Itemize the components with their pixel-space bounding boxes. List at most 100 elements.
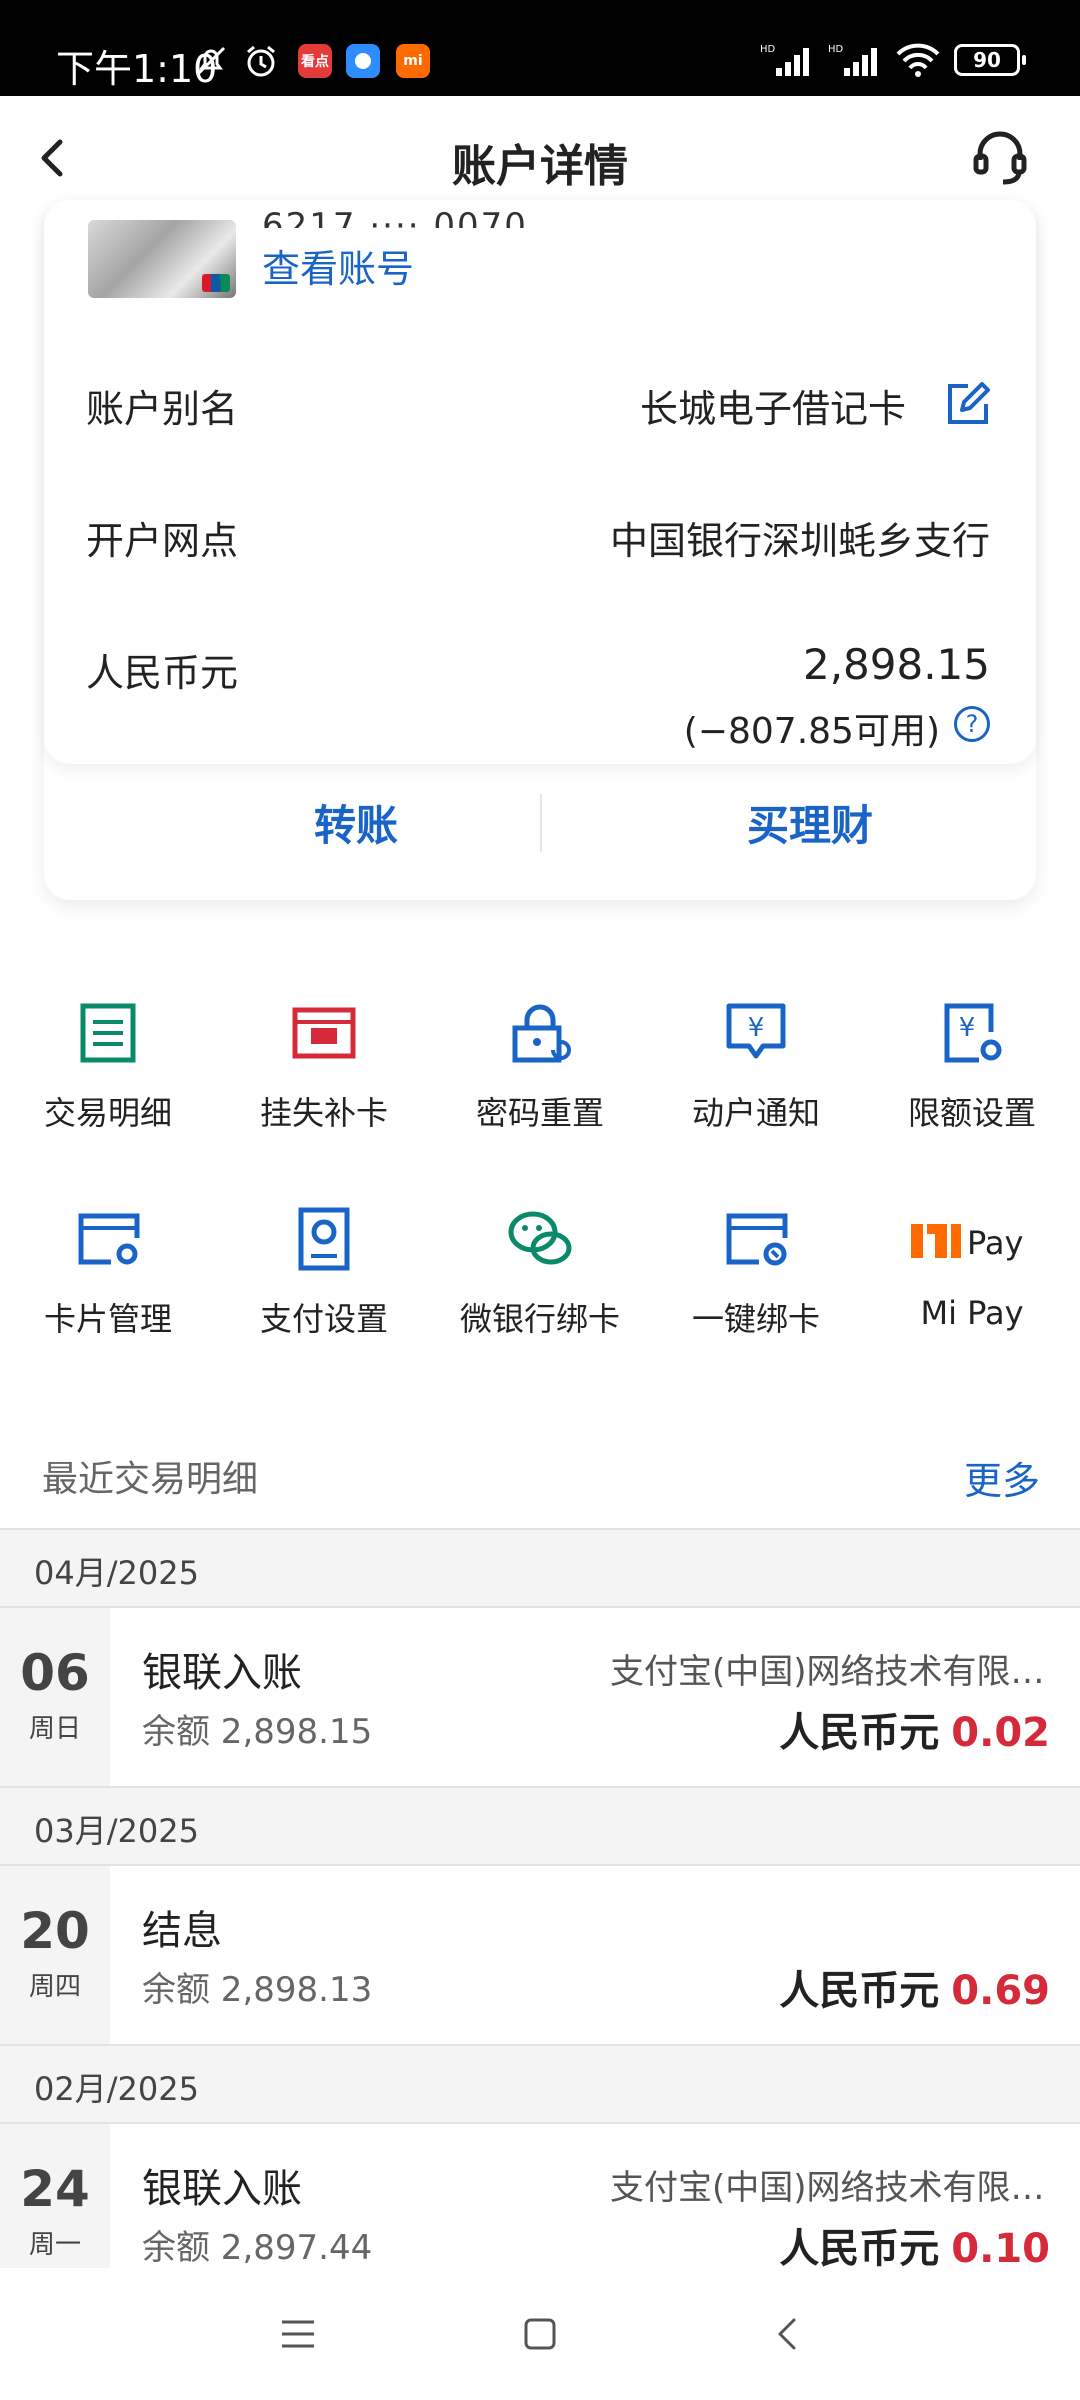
transaction-weekday: 周日 bbox=[28, 1714, 81, 1744]
service-limit-settings[interactable]: ¥ 限额设置 bbox=[864, 1000, 1080, 1134]
transaction-currency: 人民币元 bbox=[779, 1710, 940, 1756]
home-icon[interactable] bbox=[518, 2312, 562, 2356]
buy-wealth-button[interactable]: 买理财 bbox=[660, 792, 960, 853]
transaction-balance: 余额 2,898.13 bbox=[142, 1970, 373, 2010]
signal-hd-2-icon: HD bbox=[828, 44, 877, 76]
service-password-reset[interactable]: 密码重置 bbox=[432, 1000, 648, 1134]
service-label: 密码重置 bbox=[475, 1094, 604, 1132]
unionpay-logo-icon bbox=[202, 274, 230, 292]
report-loss-icon bbox=[292, 1007, 356, 1059]
service-card-management[interactable]: 卡片管理 bbox=[0, 1206, 216, 1340]
transaction-amount: 人民币元 0.02 bbox=[779, 1700, 1050, 1758]
svg-text:HD: HD bbox=[760, 44, 776, 55]
transaction-weekday: 周四 bbox=[28, 1972, 81, 2002]
month-label: 04月/2025 bbox=[34, 1554, 199, 1592]
transaction-name: 结息 bbox=[142, 1908, 222, 1954]
card-management-icon bbox=[78, 1213, 140, 1265]
transaction-weekday: 周一 bbox=[28, 2230, 81, 2260]
service-label: 一键绑卡 bbox=[691, 1300, 820, 1338]
more-link[interactable]: 更多 bbox=[964, 1450, 1040, 1505]
kankan-app-icon: 看点 bbox=[298, 44, 332, 78]
transaction-amount-value: 0.10 bbox=[951, 2226, 1050, 2272]
mi-pay-logo-text: Pay bbox=[967, 1224, 1023, 1262]
service-label: Mi Pay bbox=[920, 1294, 1024, 1332]
one-click-bind-icon bbox=[726, 1213, 788, 1266]
month-header: 02月/2025 bbox=[0, 2044, 1080, 2124]
transaction-counterparty: 支付宝(中国)网络技术有限公司 bbox=[610, 2168, 1050, 2208]
messenger-app-icon bbox=[346, 44, 380, 78]
transaction-name: 银联入账 bbox=[142, 1650, 302, 1696]
balance-amount: 2,898.15 bbox=[802, 640, 990, 689]
alias-value: 长城电子借记卡 bbox=[639, 387, 906, 431]
wifi-icon bbox=[896, 43, 940, 77]
signal-hd-1-icon: HD bbox=[760, 44, 809, 76]
svg-text:¥: ¥ bbox=[959, 1013, 976, 1043]
transaction-amount: 人民币元 0.10 bbox=[779, 2216, 1050, 2274]
account-notice-icon: ¥ bbox=[726, 1003, 786, 1059]
transaction-currency: 人民币元 bbox=[779, 2226, 940, 2272]
transaction-row[interactable]: 20 周四 结息 余额 2,898.13 人民币元 0.69 bbox=[0, 1866, 1080, 2044]
month-label: 03月/2025 bbox=[34, 1812, 199, 1850]
mute-bell-icon bbox=[196, 46, 226, 76]
service-mi-pay[interactable]: Pay Mi Pay bbox=[864, 1206, 1080, 1332]
transaction-day: 24 bbox=[20, 2160, 90, 2218]
account-info-panel: 6217 ···· 0070 查看账号 账户别名 长城电子借记卡 开户网点 中国… bbox=[44, 200, 1036, 764]
currency-label: 人民币元 bbox=[86, 651, 239, 695]
month-label: 02月/2025 bbox=[34, 2070, 199, 2108]
recent-transactions-title: 最近交易明细 bbox=[42, 1459, 259, 1500]
alias-label: 账户别名 bbox=[86, 387, 239, 431]
button-divider bbox=[540, 794, 542, 852]
transaction-date: 20 周四 bbox=[0, 1866, 110, 2044]
service-label: 限额设置 bbox=[907, 1094, 1036, 1132]
customer-service-icon[interactable] bbox=[968, 126, 1032, 190]
limit-settings-icon: ¥ bbox=[944, 1003, 1002, 1063]
help-question-icon[interactable]: ? bbox=[954, 706, 990, 742]
account-card: 6217 ···· 0070 查看账号 账户别名 长城电子借记卡 开户网点 中国… bbox=[44, 200, 1036, 900]
month-header: 04月/2025 bbox=[0, 1528, 1080, 1608]
battery-indicator: 90 bbox=[954, 44, 1026, 76]
transaction-counterparty: 支付宝(中国)网络技术有限公司 bbox=[610, 1652, 1050, 1692]
transaction-balance: 余额 2,898.15 bbox=[142, 1712, 373, 1752]
service-label: 动户通知 bbox=[691, 1094, 820, 1132]
wechat-bind-icon bbox=[508, 1211, 572, 1265]
service-label: 微银行绑卡 bbox=[459, 1300, 620, 1338]
branch-value: 中国银行深圳蚝乡支行 bbox=[609, 519, 990, 563]
transaction-day: 06 bbox=[20, 1644, 90, 1702]
transaction-day: 20 bbox=[20, 1902, 90, 1960]
service-payment-settings[interactable]: 支付设置 bbox=[216, 1206, 432, 1340]
branch-label: 开户网点 bbox=[86, 519, 239, 563]
page-title: 账户详情 bbox=[452, 141, 628, 192]
svg-text:¥: ¥ bbox=[748, 1013, 765, 1043]
service-one-click-bind[interactable]: 一键绑卡 bbox=[648, 1206, 864, 1340]
transaction-details-icon bbox=[80, 1003, 136, 1063]
available-amount: (−807.85可用) bbox=[683, 711, 940, 752]
payment-settings-icon bbox=[298, 1207, 350, 1271]
service-label: 支付设置 bbox=[259, 1300, 388, 1338]
service-label: 卡片管理 bbox=[43, 1300, 172, 1338]
transaction-date: 06 周日 bbox=[0, 1608, 110, 1786]
transaction-amount: 人民币元 0.69 bbox=[779, 1958, 1050, 2016]
transfer-button[interactable]: 转账 bbox=[206, 792, 506, 853]
service-wechat-bind[interactable]: 微银行绑卡 bbox=[432, 1206, 648, 1340]
service-account-notice[interactable]: ¥ 动户通知 bbox=[648, 1000, 864, 1134]
card-number-partial: 6217 ···· 0070 bbox=[262, 206, 528, 228]
view-account-number-link[interactable]: 查看账号 bbox=[262, 238, 414, 293]
edit-alias-icon[interactable] bbox=[942, 380, 992, 430]
status-bar: 下午1:10 看点 mi HD HD 90 bbox=[0, 0, 1080, 96]
transaction-name: 银联入账 bbox=[142, 2166, 302, 2212]
mi-pay-icon: Pay bbox=[911, 1224, 1023, 1262]
service-label: 挂失补卡 bbox=[259, 1094, 388, 1132]
transaction-currency: 人民币元 bbox=[779, 1968, 940, 2014]
nav-back-icon[interactable] bbox=[766, 2312, 810, 2356]
service-label: 交易明细 bbox=[43, 1094, 172, 1132]
service-report-loss[interactable]: 挂失补卡 bbox=[216, 1000, 432, 1134]
transaction-balance: 余额 2,897.44 bbox=[142, 2228, 373, 2268]
service-transaction-details[interactable]: 交易明细 bbox=[0, 1000, 216, 1134]
transaction-amount-value: 0.02 bbox=[951, 1710, 1050, 1756]
menu-icon[interactable] bbox=[276, 2312, 320, 2356]
system-nav-bar bbox=[0, 2268, 1080, 2400]
svg-text:HD: HD bbox=[828, 44, 844, 55]
card-image bbox=[88, 220, 236, 298]
password-reset-icon bbox=[512, 1004, 571, 1063]
transaction-row[interactable]: 06 周日 银联入账 余额 2,898.15 支付宝(中国)网络技术有限公司 人… bbox=[0, 1608, 1080, 1786]
